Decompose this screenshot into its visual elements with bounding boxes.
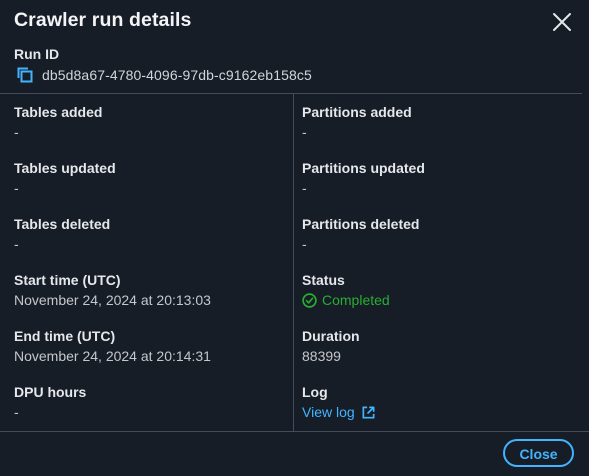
- tables-added-value: -: [14, 124, 19, 140]
- divider-bottom: [0, 431, 589, 432]
- partitions-deleted-value: -: [302, 236, 307, 252]
- tables-added-label: Tables added: [14, 104, 103, 120]
- check-circle-icon: [302, 292, 317, 308]
- tables-deleted-label: Tables deleted: [14, 216, 111, 232]
- external-link-icon[interactable]: [361, 405, 376, 420]
- field-status: Status Completed: [302, 271, 572, 309]
- end-time-label: End time (UTC): [14, 328, 116, 344]
- field-partitions-added: Partitions added -: [302, 103, 572, 141]
- field-start-time: Start time (UTC) November 24, 2024 at 20…: [14, 271, 284, 309]
- run-id-row: db5d8a67-4780-4096-97db-c9162eb158c5: [16, 66, 312, 84]
- dpu-hours-label: DPU hours: [14, 384, 87, 400]
- status-value: Completed: [322, 292, 390, 308]
- view-log-link[interactable]: View log: [302, 404, 355, 420]
- field-end-time: End time (UTC) November 24, 2024 at 20:1…: [14, 327, 284, 365]
- partitions-deleted-label: Partitions deleted: [302, 216, 420, 232]
- crawler-run-details-modal: Crawler run details Run ID db5d8a67-4780…: [0, 0, 589, 476]
- duration-value: 88399: [302, 348, 341, 364]
- tables-updated-label: Tables updated: [14, 160, 116, 176]
- log-label: Log: [302, 384, 328, 400]
- partitions-added-value: -: [302, 124, 307, 140]
- dpu-hours-value: -: [14, 404, 19, 420]
- run-id-label: Run ID: [14, 46, 60, 62]
- view-log-row: View log: [302, 403, 572, 421]
- partitions-added-label: Partitions added: [302, 104, 412, 120]
- field-tables-added: Tables added -: [14, 103, 284, 141]
- modal-title: Crawler run details: [14, 9, 192, 31]
- status-indicator: Completed: [302, 291, 572, 309]
- start-time-label: Start time (UTC): [14, 272, 121, 288]
- divider-top: [0, 93, 582, 94]
- field-tables-deleted: Tables deleted -: [14, 215, 284, 253]
- close-icon[interactable]: [549, 9, 575, 35]
- copy-icon[interactable]: [16, 66, 34, 84]
- tables-deleted-value: -: [14, 236, 19, 252]
- column-divider: [293, 94, 294, 431]
- field-tables-updated: Tables updated -: [14, 159, 284, 197]
- run-id-value: db5d8a67-4780-4096-97db-c9162eb158c5: [42, 67, 312, 83]
- field-dpu-hours: DPU hours -: [14, 383, 284, 421]
- field-log: Log View log: [302, 383, 572, 421]
- status-label: Status: [302, 272, 345, 288]
- start-time-value: November 24, 2024 at 20:13:03: [14, 292, 211, 308]
- tables-updated-value: -: [14, 180, 19, 196]
- field-duration: Duration 88399: [302, 327, 572, 365]
- close-button[interactable]: Close: [503, 439, 574, 467]
- field-partitions-updated: Partitions updated -: [302, 159, 572, 197]
- field-partitions-deleted: Partitions deleted -: [302, 215, 572, 253]
- partitions-updated-value: -: [302, 180, 307, 196]
- partitions-updated-label: Partitions updated: [302, 160, 425, 176]
- end-time-value: November 24, 2024 at 20:14:31: [14, 348, 211, 364]
- duration-label: Duration: [302, 328, 360, 344]
